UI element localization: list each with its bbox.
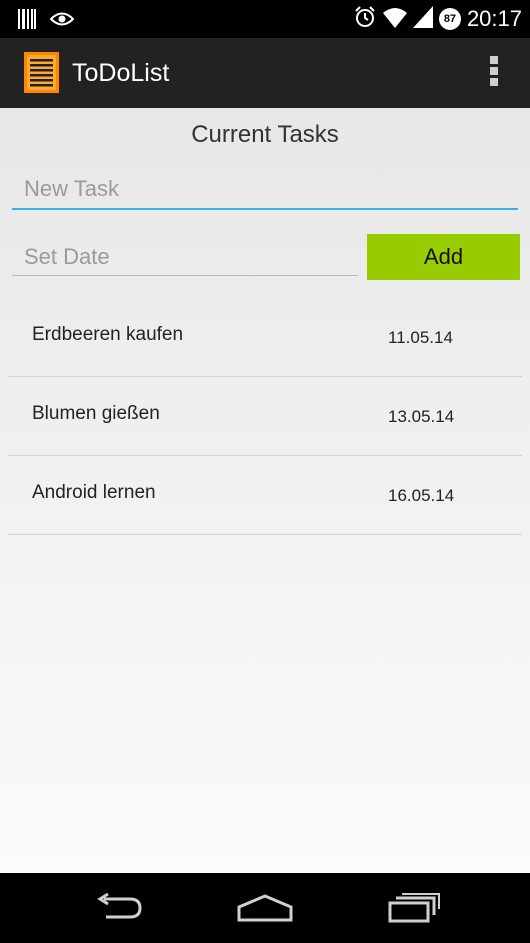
page-title: Current Tasks	[191, 121, 339, 148]
app-title: ToDoList	[72, 59, 170, 87]
signal-icon	[412, 6, 433, 32]
list-item[interactable]: Android lernen 16.05.14	[8, 456, 522, 535]
list-item[interactable]: Blumen gießen 13.05.14	[8, 377, 522, 456]
home-icon[interactable]	[235, 891, 295, 925]
alarm-icon	[353, 5, 377, 33]
task-date: 11.05.14	[388, 328, 453, 347]
task-date: 16.05.14	[388, 486, 455, 505]
task-name: Blumen gießen	[32, 403, 160, 424]
add-button[interactable]: Add	[367, 234, 520, 280]
new-task-input[interactable]	[12, 170, 518, 210]
task-name: Android lernen	[32, 482, 156, 503]
status-bar: 87 20:17	[0, 0, 530, 38]
task-list: Erdbeeren kaufen 11.05.14 Blumen gießen …	[8, 298, 522, 535]
set-date-input[interactable]	[12, 238, 358, 276]
task-name: Erdbeeren kaufen	[32, 324, 184, 345]
status-bar-system: 87 20:17	[353, 5, 522, 33]
overflow-menu-icon[interactable]	[488, 56, 500, 90]
notepad-icon[interactable]	[24, 52, 59, 93]
main-content: Current Tasks Add Erdbeeren kaufen 11.05…	[0, 108, 530, 873]
barcode-icon	[18, 9, 36, 33]
eye-icon	[49, 11, 75, 31]
task-date: 13.05.14	[388, 407, 455, 426]
navigation-bar	[0, 873, 530, 943]
battery-icon: 87	[438, 8, 461, 30]
back-icon[interactable]	[88, 891, 148, 925]
wifi-icon	[382, 6, 407, 32]
status-time: 20:17	[466, 6, 522, 31]
action-bar: ToDoList	[0, 38, 530, 108]
status-bar-notifications	[18, 9, 75, 33]
list-item[interactable]: Erdbeeren kaufen 11.05.14	[8, 298, 522, 377]
recents-icon[interactable]	[384, 891, 444, 925]
